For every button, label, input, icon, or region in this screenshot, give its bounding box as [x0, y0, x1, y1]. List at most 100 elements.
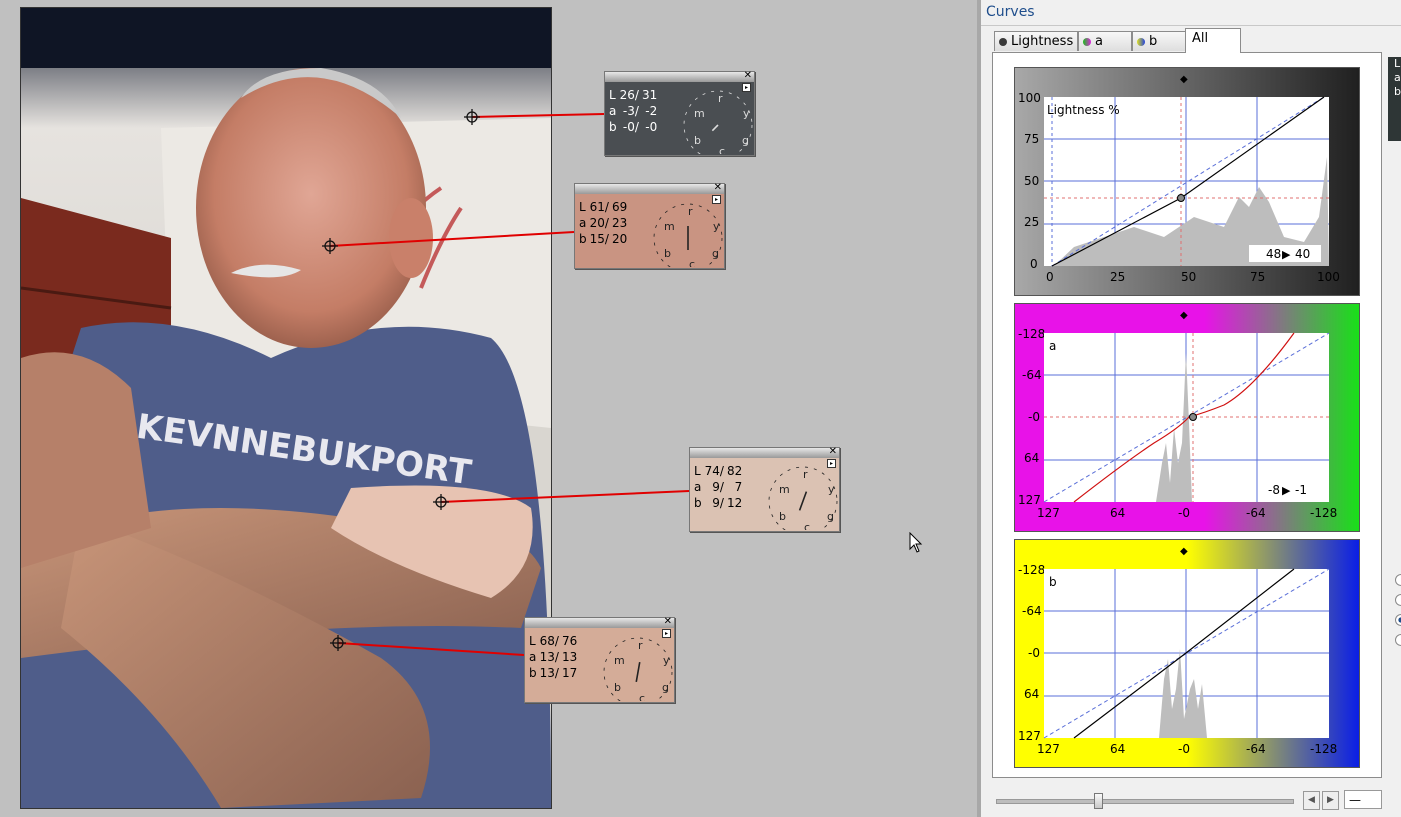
wheel-letter: y — [828, 483, 835, 496]
probe-titlebar[interactable]: ✕ — [575, 182, 724, 194]
readout-in: 48 — [1266, 247, 1281, 261]
probe-values: L 61/69 a 20/23 b 15/20 — [579, 200, 628, 246]
graph-handle-icon[interactable]: ◆ — [1180, 546, 1188, 557]
graph-handle-icon[interactable]: ◆ — [1180, 310, 1188, 321]
arrow-right-icon: ▶ — [1282, 484, 1291, 497]
wheel-letter: c — [689, 258, 695, 267]
step-right-button[interactable]: ▶ — [1322, 791, 1339, 810]
x-tick-label: 0 — [1046, 270, 1054, 284]
color-probe-window[interactable]: ✕ ▸ L 61/69 a 20/23 b 15/20 rygcbm — [574, 182, 725, 269]
side-letter-b: b — [1394, 85, 1401, 98]
wheel-letter: r — [718, 92, 723, 105]
x-tick-label: 100 — [1317, 270, 1340, 284]
radio-option[interactable] — [1395, 574, 1401, 586]
lightness-curve-graph[interactable]: ◆ 100 75 50 25 0 0 25 50 75 100 Lightnes… — [1014, 67, 1360, 296]
wheel-letter: c — [719, 145, 725, 154]
graph-title: b — [1049, 575, 1057, 589]
wheel-letter: r — [638, 639, 643, 652]
a-channel-icon — [1083, 38, 1091, 46]
x-tick-label: -64 — [1246, 506, 1266, 520]
x-tick-label: -64 — [1246, 742, 1266, 756]
leader-line-1 — [471, 113, 605, 118]
close-icon[interactable]: ✕ — [714, 182, 722, 194]
curve-control-point[interactable] — [1189, 413, 1197, 421]
close-icon[interactable]: ✕ — [829, 446, 837, 458]
wheel-letter: r — [688, 205, 693, 218]
leader-line-3 — [440, 490, 690, 503]
y-tick-label: 64 — [1024, 687, 1040, 701]
probe-values: L 68/76 a 13/13 b 13/17 — [529, 634, 578, 680]
wheel-needle — [711, 124, 719, 132]
tab-all[interactable]: All — [1185, 28, 1241, 53]
crosshair-icon — [464, 109, 480, 125]
zoom-slider-track[interactable] — [996, 799, 1294, 804]
step-left-button[interactable]: ◀ — [1303, 791, 1320, 810]
a-curve-graph[interactable]: ◆ -128 -64 -0 64 127 127 64 -0 -64 -128 … — [1014, 303, 1360, 532]
probe-titlebar[interactable]: ✕ — [605, 70, 754, 82]
wheel-letter: b — [694, 134, 701, 147]
wheel-letter: c — [804, 521, 810, 530]
y-tick-label: -128 — [1018, 327, 1046, 341]
graph-handle-icon[interactable]: ◆ — [1180, 74, 1188, 85]
y-tick-label: -0 — [1028, 410, 1040, 424]
color-wheel-icon: r y g c b m — [603, 637, 673, 701]
tab-b[interactable]: b — [1132, 31, 1186, 51]
panel-title: Curves — [986, 4, 1035, 20]
color-probe-window[interactable]: ✕ ▸ L 26/31 a -3/-2 b -0/-0 rygcbm — [604, 70, 755, 156]
y-tick-label: 127 — [1018, 493, 1041, 507]
y-tick-label: -64 — [1022, 604, 1042, 618]
lightness-plot[interactable]: Lightness % 48 ▶ 40 — [1044, 96, 1329, 267]
zoom-value-field[interactable]: — — [1344, 790, 1382, 809]
y-tick-label: 127 — [1018, 729, 1041, 743]
wheel-needle — [635, 662, 641, 682]
radio-option[interactable] — [1395, 634, 1401, 646]
wheel-letter: g — [827, 510, 834, 523]
x-tick-label: -0 — [1178, 506, 1190, 520]
x-tick-label: 50 — [1181, 270, 1197, 284]
readout-in: -8 — [1268, 483, 1280, 497]
y-tick-label: 0 — [1030, 257, 1038, 271]
radio-option[interactable] — [1395, 594, 1401, 606]
mouse-pointer-icon — [909, 532, 923, 553]
close-icon[interactable]: ✕ — [664, 616, 672, 628]
side-readout: L a b — [1388, 57, 1401, 141]
color-probe-window[interactable]: ✕ ▸ L 74/82 a 9/7 b 9/12 rygcbm — [689, 446, 840, 532]
probe-values: L 74/82 a 9/7 b 9/12 — [694, 464, 743, 510]
tab-lightness[interactable]: Lightness — [994, 31, 1078, 51]
crosshair-icon — [433, 494, 449, 510]
curve-control-point[interactable] — [1177, 194, 1185, 202]
b-channel-icon — [1137, 38, 1145, 46]
b-plot[interactable]: b — [1043, 568, 1330, 739]
color-wheel-icon: r y g c b m — [768, 466, 838, 530]
readout-out: -1 — [1295, 483, 1307, 497]
wheel-letter: m — [614, 654, 625, 667]
wheel-letter: r — [803, 468, 808, 481]
probe-titlebar[interactable]: ✕ — [525, 616, 674, 628]
graph-title: Lightness % — [1047, 103, 1120, 117]
wheel-letter: m — [779, 483, 790, 496]
close-icon[interactable]: ✕ — [744, 70, 752, 82]
wheel-letter: y — [743, 107, 750, 120]
wheel-letter: g — [712, 247, 719, 260]
color-probe-window[interactable]: ✕ ▸ L 68/76 a 13/13 b 13/17 rygcbm — [524, 616, 675, 703]
wheel-letter: b — [614, 681, 621, 694]
leader-line-4 — [337, 642, 525, 656]
x-tick-label: 64 — [1110, 742, 1126, 756]
color-wheel-icon: r y g c b m — [653, 203, 723, 267]
radio-option-selected[interactable] — [1395, 614, 1401, 626]
color-wheel-icon: r y g c b m — [683, 90, 753, 154]
zoom-slider-thumb[interactable] — [1094, 793, 1103, 809]
probe-titlebar[interactable]: ✕ — [690, 446, 839, 458]
wheel-letter: g — [742, 134, 749, 147]
x-tick-label: 127 — [1037, 506, 1060, 520]
b-curve-graph[interactable]: ◆ -128 -64 -0 64 127 127 64 -0 -64 -128 … — [1014, 539, 1360, 768]
x-tick-label: 127 — [1037, 742, 1060, 756]
a-plot[interactable]: a -8 ▶ -1 — [1043, 332, 1330, 503]
lightness-channel-icon — [999, 38, 1007, 46]
tab-a[interactable]: a — [1078, 31, 1132, 51]
y-tick-label: 50 — [1024, 174, 1040, 188]
arrow-right-icon: ▶ — [1282, 248, 1291, 261]
y-tick-label: 25 — [1024, 215, 1040, 229]
crosshair-icon — [330, 635, 346, 651]
side-letter-a: a — [1394, 71, 1401, 84]
